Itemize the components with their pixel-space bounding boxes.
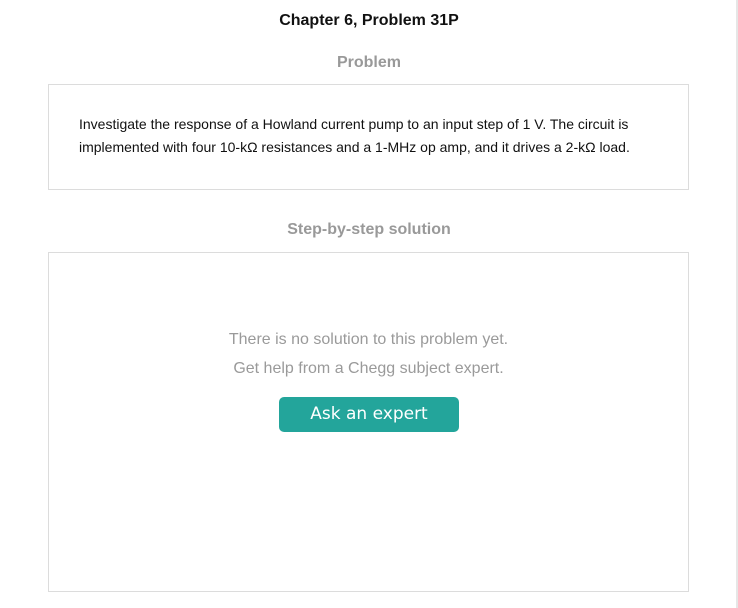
problem-heading: Problem xyxy=(336,54,401,71)
no-solution-message: There is no solution to this problem yet… xyxy=(228,331,509,348)
chapter-title: Chapter 6, Problem 31P xyxy=(279,12,459,29)
solution-heading: Step-by-step solution xyxy=(287,221,451,238)
problem-box: Investigate the response of a Howland cu… xyxy=(48,84,689,190)
expert-help-message: Get help from a Chegg subject expert. xyxy=(233,360,504,377)
solution-box: There is no solution to this problem yet… xyxy=(48,252,689,592)
problem-text: Investigate the response of a Howland cu… xyxy=(79,116,630,155)
ask-an-expert-button[interactable]: Ask an expert xyxy=(279,397,459,432)
page: Chapter 6, Problem 31P Problem Investiga… xyxy=(0,0,738,608)
